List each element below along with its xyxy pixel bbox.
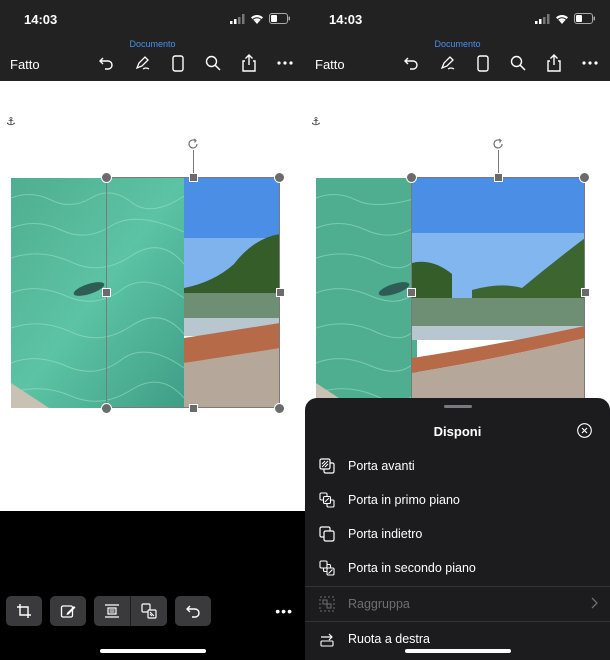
bring-to-front-icon bbox=[318, 491, 336, 509]
status-time: 14:03 bbox=[329, 12, 363, 27]
document-title: Documento bbox=[129, 39, 176, 49]
anchor-icon[interactable]: ⚓ bbox=[311, 115, 321, 128]
resize-handle[interactable] bbox=[581, 288, 590, 297]
group-icon bbox=[318, 595, 336, 613]
document-toolbar: Documento Fatto bbox=[305, 38, 610, 81]
search-icon[interactable] bbox=[507, 52, 529, 74]
phone-view-icon[interactable] bbox=[167, 52, 189, 74]
resize-handle[interactable] bbox=[276, 288, 285, 297]
undo-icon[interactable] bbox=[95, 52, 117, 74]
arrange-sheet: Disponi Porta avanti Porta in primo pian… bbox=[305, 398, 610, 660]
resize-handle[interactable] bbox=[494, 173, 503, 182]
share-icon[interactable] bbox=[543, 52, 565, 74]
edit-image-icon[interactable] bbox=[50, 596, 86, 626]
left-screen: 14:03 Documento Fatto ⚓ ••• bbox=[0, 0, 305, 660]
sheet-item-bring-to-front[interactable]: Porta in primo piano bbox=[305, 483, 610, 517]
sheet-item-send-backward[interactable]: Porta indietro bbox=[305, 517, 610, 551]
document-title: Documento bbox=[434, 39, 481, 49]
close-icon[interactable] bbox=[577, 423, 592, 438]
more-icon[interactable] bbox=[274, 52, 296, 74]
bring-forward-icon bbox=[318, 457, 336, 475]
document-canvas[interactable]: ⚓ bbox=[0, 81, 305, 511]
sheet-item-group[interactable]: Raggruppa bbox=[305, 587, 610, 621]
wrap-text-icon[interactable] bbox=[94, 596, 130, 626]
resize-handle[interactable] bbox=[101, 172, 112, 183]
battery-icon bbox=[574, 13, 595, 24]
rotate-handle-icon[interactable] bbox=[187, 138, 199, 150]
search-icon[interactable] bbox=[202, 52, 224, 74]
anchor-icon[interactable]: ⚓ bbox=[6, 115, 16, 128]
more-icon[interactable]: ••• bbox=[275, 603, 293, 619]
rotate-right-icon bbox=[318, 630, 336, 648]
selection-frame bbox=[106, 177, 280, 408]
signal-icon bbox=[230, 13, 245, 24]
status-bar: 14:03 bbox=[305, 0, 610, 38]
done-button[interactable]: Fatto bbox=[10, 57, 40, 72]
selection-frame bbox=[411, 177, 585, 408]
sheet-item-send-to-back[interactable]: Porta in secondo piano bbox=[305, 551, 610, 585]
resize-handle[interactable] bbox=[274, 403, 285, 414]
pen-icon[interactable] bbox=[131, 52, 153, 74]
sheet-grabber[interactable] bbox=[444, 405, 472, 408]
home-indicator bbox=[100, 649, 206, 653]
home-indicator bbox=[405, 649, 511, 653]
resize-handle[interactable] bbox=[189, 404, 198, 413]
resize-handle[interactable] bbox=[274, 172, 285, 183]
share-icon[interactable] bbox=[238, 52, 260, 74]
more-icon[interactable] bbox=[579, 52, 601, 74]
resize-handle[interactable] bbox=[579, 172, 590, 183]
send-backward-icon bbox=[318, 525, 336, 543]
rotate-handle-icon[interactable] bbox=[492, 138, 504, 150]
status-bar: 14:03 bbox=[0, 0, 305, 38]
undo-icon[interactable] bbox=[175, 596, 211, 626]
image-context-toolbar bbox=[6, 596, 211, 626]
phone-view-icon[interactable] bbox=[472, 52, 494, 74]
resize-handle[interactable] bbox=[189, 173, 198, 182]
resize-handle[interactable] bbox=[406, 172, 417, 183]
right-screen: 14:03 Documento Fatto ⚓ Disponi Porta av… bbox=[305, 0, 610, 660]
sheet-item-bring-forward[interactable]: Porta avanti bbox=[305, 449, 610, 483]
signal-icon bbox=[535, 13, 550, 24]
status-time: 14:03 bbox=[24, 12, 58, 27]
resize-handle[interactable] bbox=[102, 288, 111, 297]
send-to-back-icon bbox=[318, 559, 336, 577]
resize-handle[interactable] bbox=[101, 403, 112, 414]
pen-icon[interactable] bbox=[436, 52, 458, 74]
battery-icon bbox=[269, 13, 290, 24]
document-toolbar: Documento Fatto bbox=[0, 38, 305, 81]
crop-icon[interactable] bbox=[6, 596, 42, 626]
chevron-right-icon bbox=[591, 597, 598, 609]
wifi-icon bbox=[556, 14, 568, 24]
resize-handle[interactable] bbox=[407, 288, 416, 297]
pool-image[interactable] bbox=[316, 178, 417, 408]
arrange-icon[interactable] bbox=[131, 596, 167, 626]
done-button[interactable]: Fatto bbox=[315, 57, 345, 72]
sheet-title: Disponi bbox=[433, 424, 482, 439]
wifi-icon bbox=[251, 14, 263, 24]
undo-icon[interactable] bbox=[400, 52, 422, 74]
